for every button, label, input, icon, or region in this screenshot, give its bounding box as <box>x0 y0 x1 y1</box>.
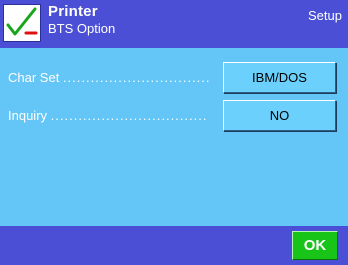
inquiry-label: Inquiry ................................… <box>8 100 218 131</box>
printer-check-icon <box>3 4 41 42</box>
settings-panel: Char Set ...............................… <box>0 48 348 226</box>
ok-button[interactable]: OK <box>292 231 338 260</box>
char-set-label: Char Set ...............................… <box>8 62 218 93</box>
page-subtitle: BTS Option <box>48 21 116 36</box>
setting-row-char-set: Char Set ...............................… <box>0 62 348 93</box>
page-title: Printer <box>48 3 98 20</box>
char-set-dot-leader: ................................ <box>62 70 211 85</box>
printer-settings-screen: Printer BTS Option Setup Char Set ......… <box>0 0 348 265</box>
section-label: Setup <box>308 8 342 23</box>
char-set-label-text: Char Set <box>8 70 60 85</box>
inquiry-dot-leader: .................................. <box>50 108 208 123</box>
inquiry-button[interactable]: NO <box>223 100 336 131</box>
action-bar: OK <box>0 226 348 265</box>
char-set-button[interactable]: IBM/DOS <box>223 62 336 93</box>
setting-row-inquiry: Inquiry ................................… <box>0 100 348 131</box>
inquiry-label-text: Inquiry <box>8 108 48 123</box>
title-bar: Printer BTS Option Setup <box>0 0 348 48</box>
